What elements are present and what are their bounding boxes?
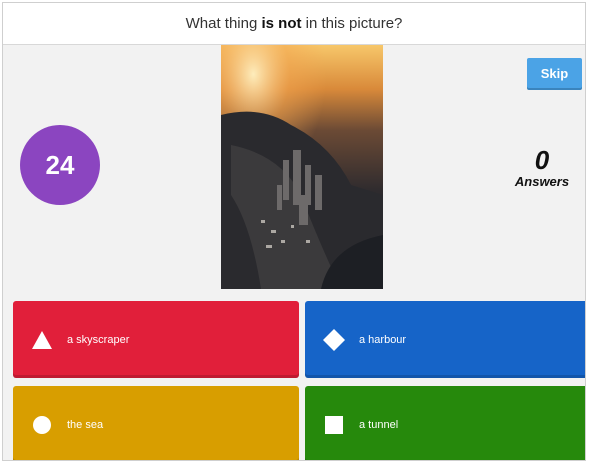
answers-counter: 0 Answers [503,146,581,189]
answer-option-label: a skyscraper [67,333,130,346]
question-emphasis: is not [261,15,302,32]
question-bar: What thing is not in this picture? [3,3,585,45]
answer-option-sea[interactable]: the sea [13,386,299,460]
answer-option-skyscraper[interactable]: a skyscraper [13,301,299,378]
diamond-icon [323,328,345,351]
answer-option-label: a tunnel [359,418,399,431]
answer-option-label: the sea [67,418,104,431]
answers-label: Answers [514,174,570,189]
triangle-icon [31,329,53,351]
answers-count: 0 [534,145,550,175]
answer-option-harbour[interactable]: a harbour [305,301,585,378]
question-prefix: What thing [185,15,258,32]
skip-button[interactable]: Skip [527,58,582,88]
countdown-timer: 24 [20,125,100,205]
answer-option-tunnel[interactable]: a tunnel [305,386,585,460]
question-image [221,45,383,289]
quiz-screen: What thing is not in this picture? 24 Sk… [2,2,586,461]
question-suffix: in this picture? [305,15,403,32]
skip-button-label: Skip [540,65,569,81]
square-icon [323,414,345,436]
answer-option-label: a harbour [359,333,407,346]
city-aerial-photo [221,45,383,289]
circle-icon [31,414,53,436]
timer-value: 24 [45,149,75,180]
